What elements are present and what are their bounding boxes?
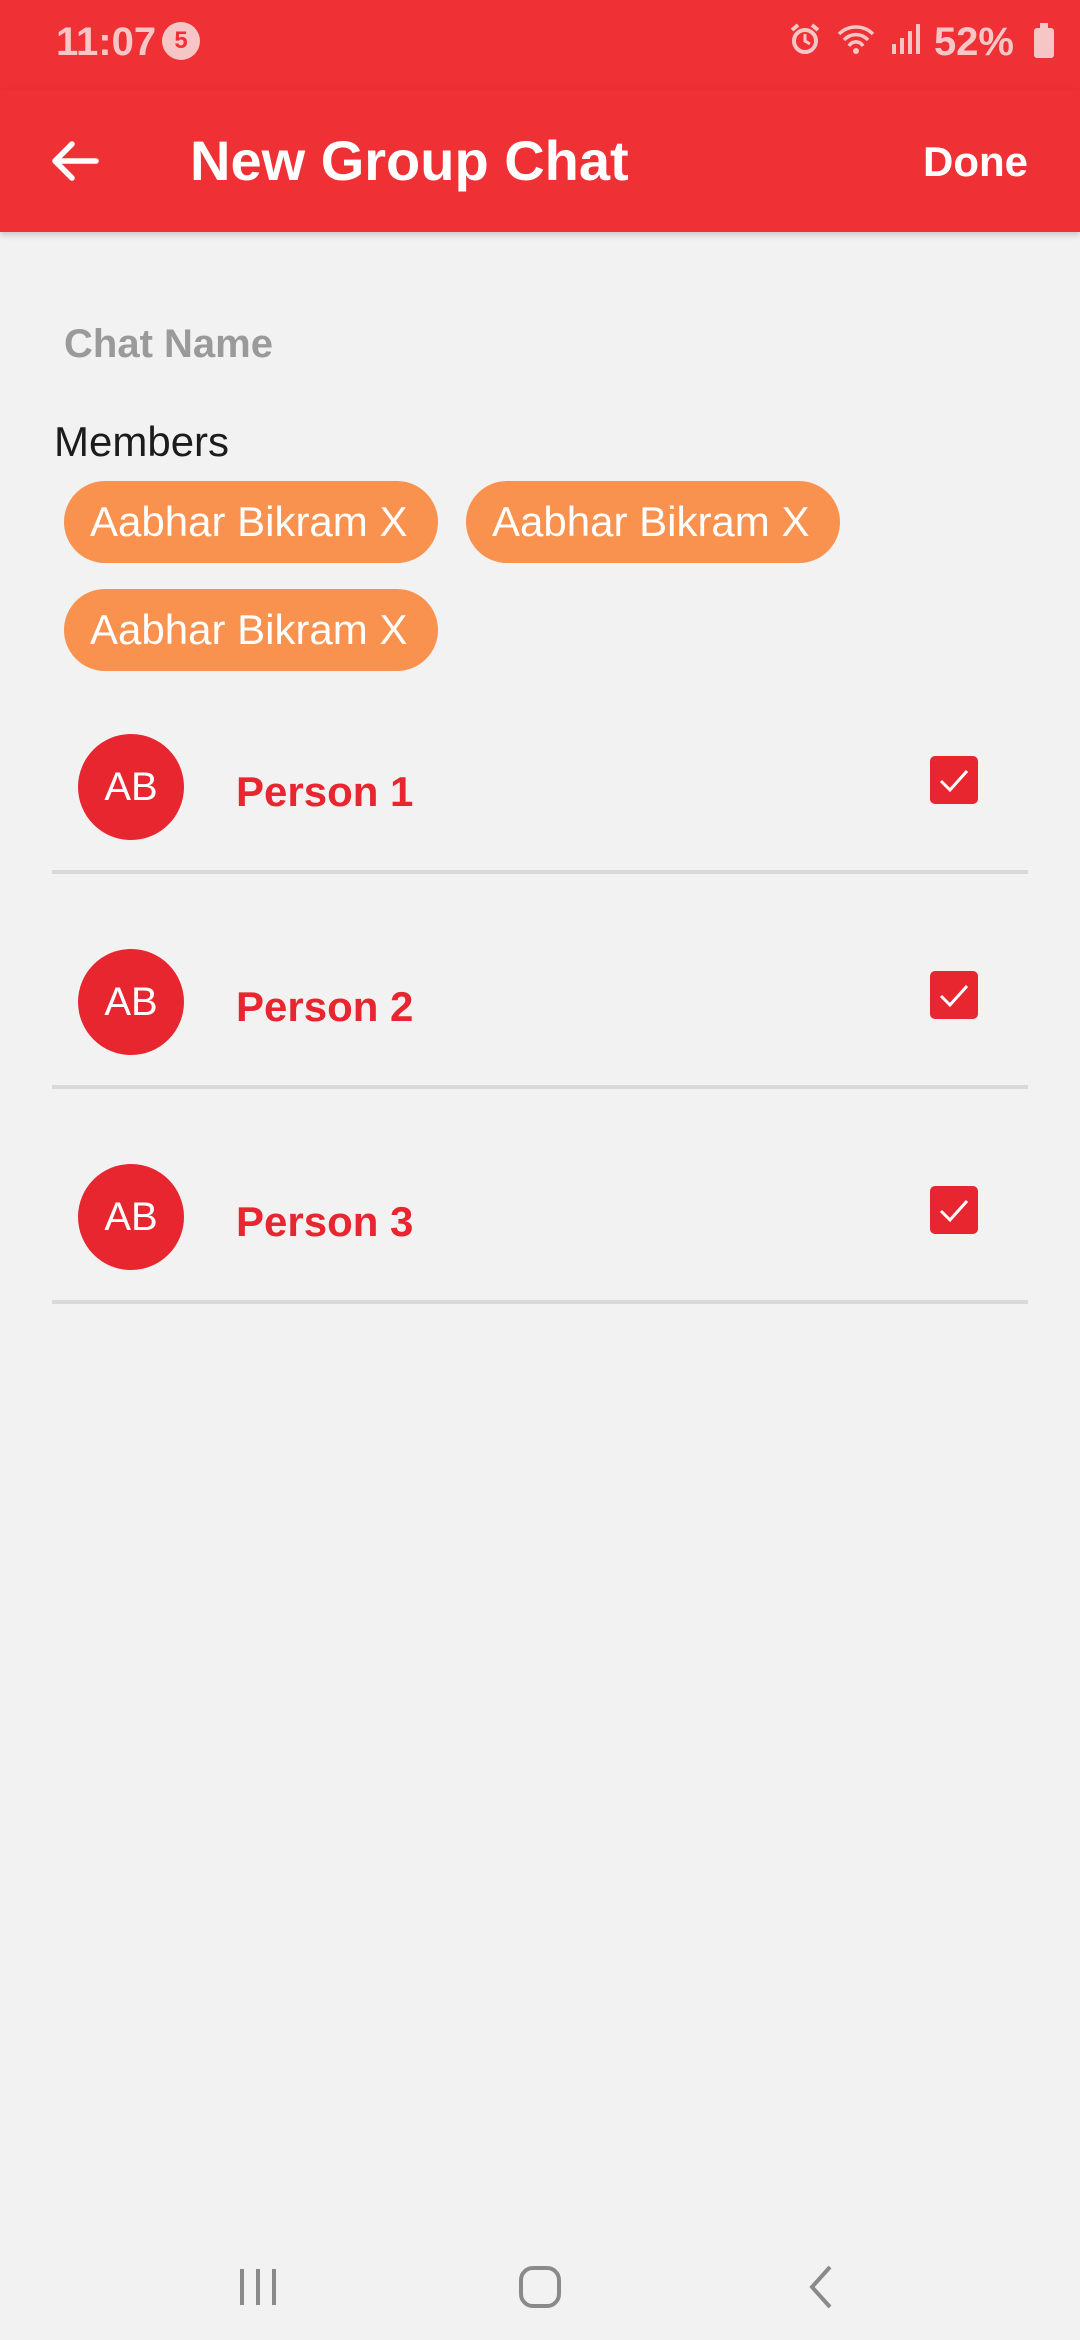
arrow-left-icon [52, 141, 99, 181]
chat-name-input[interactable] [64, 322, 1024, 367]
notification-count-badge: 5 [162, 22, 200, 60]
select-checkbox[interactable] [930, 971, 978, 1019]
members-label: Members [54, 418, 230, 465]
person-name: Person 1 [236, 768, 414, 815]
checkmark-icon [939, 984, 969, 1008]
battery-percent: 52% [933, 20, 1014, 64]
alarm-icon [788, 22, 822, 64]
person-row[interactable]: AB Person 3 [52, 1086, 1028, 1304]
system-nav-bar [0, 2232, 1080, 2340]
avatar: AB [78, 734, 184, 840]
back-icon [809, 2265, 832, 2309]
app-bar: New Group Chat Done [0, 90, 1080, 232]
member-chip[interactable]: Aabhar Bikram X [466, 481, 840, 563]
member-chip[interactable]: Aabhar Bikram X [64, 481, 438, 563]
status-icons: 52% [788, 20, 1054, 65]
done-button[interactable]: Done [923, 138, 1028, 186]
person-row[interactable]: AB Person 2 [52, 871, 1028, 1089]
select-checkbox[interactable] [930, 1186, 978, 1234]
nav-back-button[interactable] [772, 2252, 872, 2322]
battery-icon [1034, 22, 1054, 58]
avatar: AB [78, 1164, 184, 1270]
back-button[interactable] [40, 126, 110, 196]
page-title: New Group Chat [190, 129, 629, 192]
wifi-icon [836, 22, 876, 64]
recent-apps-button[interactable] [208, 2252, 308, 2322]
checkmark-icon [939, 1199, 969, 1223]
person-name: Person 3 [236, 1198, 414, 1245]
select-checkbox[interactable] [930, 756, 978, 804]
home-button[interactable] [490, 2252, 590, 2322]
status-bar: 11:07 5 52% [0, 0, 1080, 90]
person-name: Person 2 [236, 983, 414, 1030]
status-time: 11:07 [56, 20, 157, 64]
signal-icon [890, 22, 920, 64]
avatar: AB [78, 949, 184, 1055]
checkmark-icon [939, 769, 969, 793]
home-icon [519, 2266, 561, 2308]
person-row[interactable]: AB Person 1 [52, 656, 1028, 874]
recent-apps-icon [240, 2269, 276, 2305]
